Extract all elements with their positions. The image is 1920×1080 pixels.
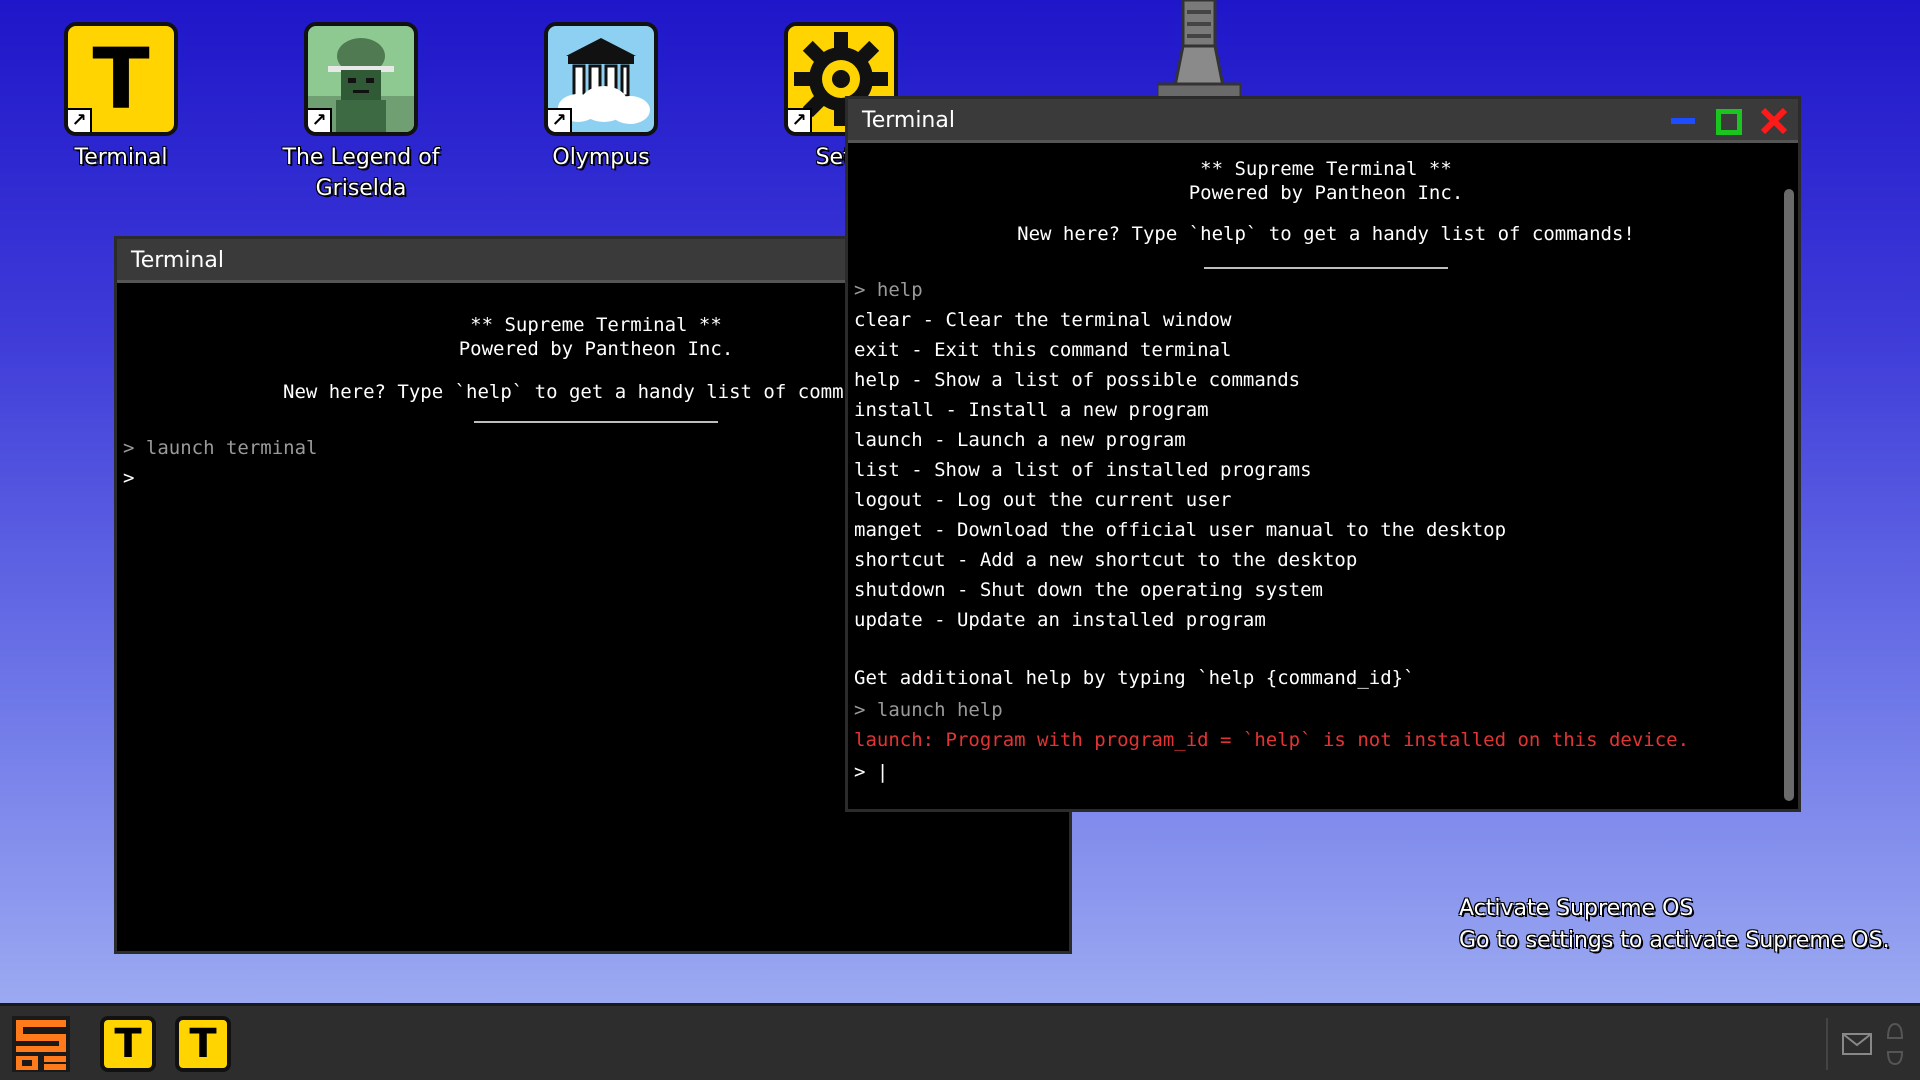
shortcut-arrow-icon: ↗ xyxy=(548,108,572,132)
window-title: Terminal xyxy=(862,108,955,133)
terminal-output[interactable]: ** Supreme Terminal ** Powered by Panthe… xyxy=(848,143,1798,787)
desktop-icon-label: Terminal xyxy=(74,145,168,170)
banner-help: New here? Type `help` to get a handy lis… xyxy=(1017,223,1635,245)
mail-icon[interactable] xyxy=(1842,1033,1872,1055)
desktop-icon-legend-of-griselda[interactable]: ↗ The Legend of Griselda xyxy=(246,22,476,204)
desktop-icon-label: The Legend of Griselda xyxy=(282,145,440,201)
help-line: update - Update an installed program xyxy=(854,609,1266,631)
help-line: manget - Download the official user manu… xyxy=(854,519,1507,541)
help-line: launch - Launch a new program xyxy=(854,429,1186,451)
help-line: help - Show a list of possible commands xyxy=(854,369,1301,391)
terminal-window-front[interactable]: Terminal ** Supreme Terminal ** Powered … xyxy=(845,96,1801,812)
close-button[interactable] xyxy=(1758,105,1790,137)
taskbar-terminal-button[interactable]: T xyxy=(100,1016,156,1072)
help-line: shutdown - Shut down the operating syste… xyxy=(854,579,1323,601)
terminal-t-icon: T xyxy=(189,1021,217,1067)
help-line: logout - Log out the current user xyxy=(854,489,1232,511)
help-line: exit - Exit this command terminal xyxy=(854,339,1232,361)
additional-help-line: Get additional help by typing `help {com… xyxy=(854,667,1415,689)
temple-cloud-icon: ↗ xyxy=(544,22,658,136)
shortcut-arrow-icon: ↗ xyxy=(308,108,332,132)
prompt-line[interactable]: > | xyxy=(854,757,1798,787)
activation-title: Activate Supreme OS xyxy=(1459,896,1694,921)
taskbar-divider xyxy=(1826,1018,1828,1070)
window-title: Terminal xyxy=(131,248,224,273)
terminal-t-icon: T xyxy=(114,1021,142,1067)
minimize-button[interactable] xyxy=(1671,118,1695,124)
desktop-icon-terminal[interactable]: T ↗ Terminal xyxy=(6,22,236,173)
banner-subtitle: Powered by Pantheon Inc. xyxy=(1188,182,1464,204)
activation-notice: Activate Supreme OS Go to settings to ac… xyxy=(1459,893,1890,957)
notification-bell-icon[interactable] xyxy=(1884,1018,1906,1070)
help-line: install - Install a new program xyxy=(854,399,1209,421)
error-line: launch: Program with program_id = `help`… xyxy=(854,729,1690,751)
command-line: > launch help xyxy=(854,699,1003,721)
window-titlebar[interactable]: Terminal xyxy=(848,99,1798,143)
divider xyxy=(1204,267,1448,269)
help-line: clear - Clear the terminal window xyxy=(854,309,1232,331)
taskbar: T T xyxy=(0,1003,1920,1080)
command-line: > help xyxy=(854,279,923,301)
close-icon xyxy=(1760,107,1788,135)
banner-title: ** Supreme Terminal ** xyxy=(1200,158,1452,180)
soldier-portrait-icon: ↗ xyxy=(304,22,418,136)
shortcut-arrow-icon: ↗ xyxy=(68,108,92,132)
terminal-t-icon: T ↗ xyxy=(64,22,178,136)
shortcut-arrow-icon: ↗ xyxy=(788,108,812,132)
scrollbar[interactable] xyxy=(1784,189,1794,801)
maximize-button[interactable] xyxy=(1716,109,1742,135)
desktop-icon-label: Olympus xyxy=(552,145,650,170)
supreme-os-logo[interactable] xyxy=(10,1014,72,1074)
tower-decoration xyxy=(1155,0,1243,102)
divider xyxy=(474,421,718,423)
taskbar-terminal-button[interactable]: T xyxy=(175,1016,231,1072)
activation-subtitle: Go to settings to activate Supreme OS. xyxy=(1459,928,1890,953)
help-line: shortcut - Add a new shortcut to the des… xyxy=(854,549,1358,571)
help-line: list - Show a list of installed programs xyxy=(854,459,1312,481)
desktop-icon-olympus[interactable]: ↗ Olympus xyxy=(486,22,716,173)
